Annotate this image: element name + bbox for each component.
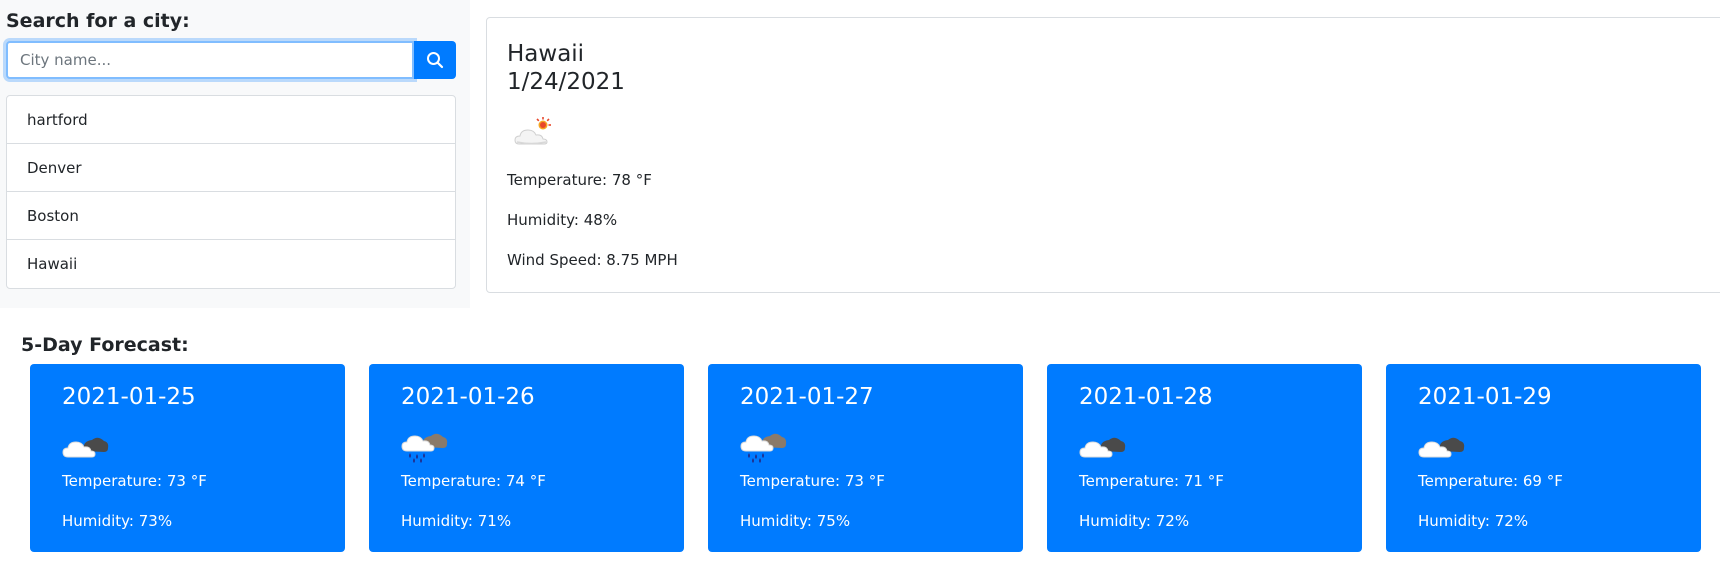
search-history-list: hartford Denver Boston Hawaii xyxy=(6,95,456,289)
current-date: 1/24/2021 xyxy=(507,69,625,95)
forecast-card: 2021-01-28 Temperature: 71 °F Humidity: … xyxy=(1047,364,1362,552)
forecast-date: 2021-01-26 xyxy=(401,384,535,410)
current-city-name: Hawaii xyxy=(507,41,585,67)
forecast-card: 2021-01-25 Temperature: 73 °F Humidity: … xyxy=(30,364,345,552)
current-temperature: Temperature: 78 °F xyxy=(507,171,652,189)
forecast-humidity: Humidity: 71% xyxy=(401,512,512,530)
cloud-icon xyxy=(62,437,109,458)
forecast-temperature: Temperature: 74 °F xyxy=(401,472,546,490)
forecast-title: 5-Day Forecast: xyxy=(21,334,189,356)
history-item-denver[interactable]: Denver xyxy=(7,144,455,192)
search-label: Search for a city: xyxy=(6,10,190,32)
forecast-card: 2021-01-29 Temperature: 69 °F Humidity: … xyxy=(1386,364,1701,552)
search-form xyxy=(6,41,456,79)
forecast-date: 2021-01-28 xyxy=(1079,384,1213,410)
forecast-temperature: Temperature: 73 °F xyxy=(62,472,207,490)
forecast-temperature: Temperature: 73 °F xyxy=(740,472,885,490)
current-weather-card: Hawaii 1/24/2021 Temperature: 78 °F Humi… xyxy=(486,17,1720,293)
forecast-card: 2021-01-27 Temperature: 73 °F Humidity: … xyxy=(708,364,1023,552)
forecast-date: 2021-01-25 xyxy=(62,384,196,410)
cloud-icon xyxy=(1418,437,1465,458)
rain-icon xyxy=(740,433,787,463)
search-icon xyxy=(427,52,444,69)
cloud-icon xyxy=(1079,437,1126,458)
forecast-date: 2021-01-27 xyxy=(740,384,874,410)
forecast-humidity: Humidity: 72% xyxy=(1418,512,1529,530)
search-button[interactable] xyxy=(414,41,456,79)
current-wind-speed: Wind Speed: 8.75 MPH xyxy=(507,251,678,269)
forecast-humidity: Humidity: 73% xyxy=(62,512,173,530)
history-item-hawaii[interactable]: Hawaii xyxy=(7,240,455,288)
city-search-input[interactable] xyxy=(6,41,414,79)
forecast-temperature: Temperature: 69 °F xyxy=(1418,472,1563,490)
cloud-sun-icon xyxy=(514,117,551,145)
current-humidity: Humidity: 48% xyxy=(507,211,618,229)
forecast-date: 2021-01-29 xyxy=(1418,384,1552,410)
forecast-card: 2021-01-26 Temperature: 74 °F Humidity: … xyxy=(369,364,684,552)
search-sidebar: Search for a city: hartford Denver Bosto… xyxy=(0,0,470,308)
history-item-hartford[interactable]: hartford xyxy=(7,96,455,144)
rain-icon xyxy=(401,433,448,463)
forecast-humidity: Humidity: 72% xyxy=(1079,512,1190,530)
history-item-boston[interactable]: Boston xyxy=(7,192,455,240)
forecast-humidity: Humidity: 75% xyxy=(740,512,851,530)
forecast-temperature: Temperature: 71 °F xyxy=(1079,472,1224,490)
